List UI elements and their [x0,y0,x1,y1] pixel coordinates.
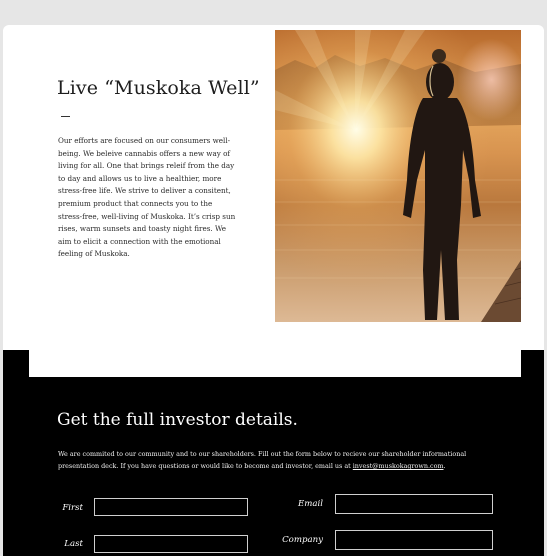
investor-title: Get the full investor details. [57,410,298,430]
last-name-label: Last [64,539,83,549]
hero-description: Our efforts are focused on our consumers… [58,136,236,259]
page-frame: Live “Muskoka Well” Our efforts are focu… [3,25,544,556]
title-divider [61,116,70,118]
company-input[interactable] [335,530,493,550]
invest-email-link[interactable]: invest@muskokagrown.com [353,462,444,470]
company-label: Company [282,535,323,545]
first-name-label: First [62,503,83,513]
last-name-input[interactable] [94,535,248,553]
hero-photo-sunset-dock [275,30,521,322]
email-input[interactable] [335,494,493,514]
email-label: Email [297,499,323,509]
investor-description: We are commited to our community and to … [58,448,488,473]
hero-title: Live “Muskoka Well” [57,77,260,99]
investor-description-end: . [443,462,446,471]
content-card-bottom [29,350,521,377]
first-name-input[interactable] [94,498,248,516]
